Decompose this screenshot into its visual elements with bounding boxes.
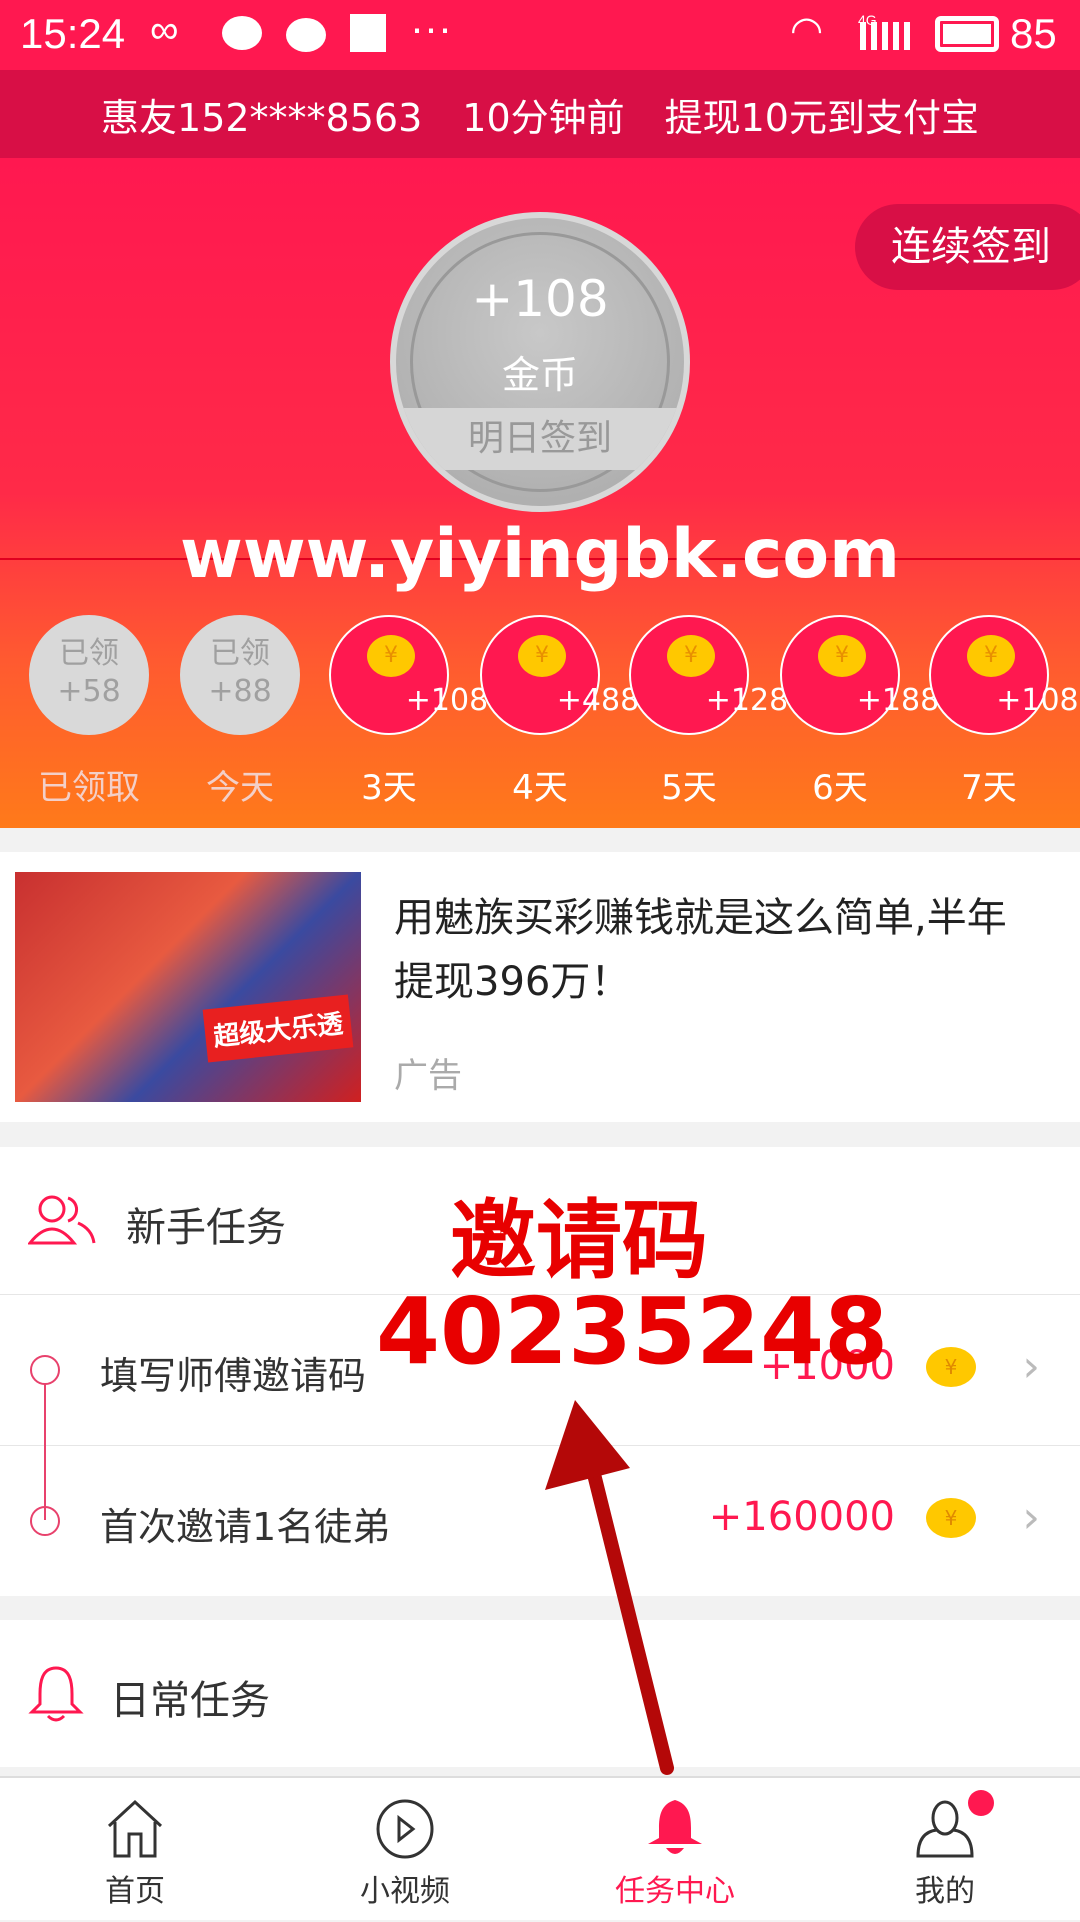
- bottom-nav: 首页 小视频 任务中心 我的: [0, 1776, 1080, 1920]
- coin-icon: ¥: [518, 635, 566, 677]
- coin-amount: +108: [471, 270, 609, 328]
- coin-unit: 金币: [501, 353, 578, 397]
- nav-task-center[interactable]: 任务中心: [540, 1778, 810, 1922]
- day-status: 已领: [210, 636, 270, 671]
- day-label: 6天: [812, 768, 868, 808]
- checkin-day-7[interactable]: ¥ +1088: [929, 615, 1080, 735]
- status-time: 15:24: [20, 10, 126, 57]
- day-label: 今天: [206, 768, 274, 808]
- ticker-action: 提现10元到支付宝: [664, 95, 979, 140]
- coin-status: 明日签到: [396, 408, 684, 470]
- newbie-tasks-title: 新手任务: [126, 1205, 286, 1251]
- ticker-user: 惠友152****8563: [101, 95, 423, 140]
- battery-level: 85: [1010, 10, 1057, 57]
- day-label: 4天: [512, 768, 568, 808]
- invite-code-title: 邀请码: [450, 1191, 708, 1291]
- withdraw-ticker: 惠友152****8563 10分钟前 提现10元到支付宝: [0, 70, 1080, 158]
- checkin-day-3[interactable]: ¥ +108: [329, 615, 488, 735]
- nav-label: 我的: [915, 1874, 975, 1909]
- invite-code-value: 40235248: [376, 1278, 889, 1385]
- more-icon: ···: [410, 4, 452, 51]
- nav-label: 首页: [105, 1874, 165, 1909]
- checkin-day-2[interactable]: 已领 +88: [180, 615, 300, 735]
- streak-checkin-button[interactable]: 连续签到: [855, 204, 1080, 290]
- bell-icon: [28, 1666, 84, 1722]
- coin-icon: ¥: [367, 635, 415, 677]
- day-reward: +88: [208, 674, 272, 709]
- home-icon: [107, 1799, 163, 1858]
- users-icon: [28, 1195, 96, 1245]
- bell-icon: [648, 1800, 702, 1854]
- ticker-time: 10分钟前: [462, 95, 625, 140]
- chat-icon: [222, 16, 262, 50]
- play-circle-icon: [376, 1799, 434, 1859]
- coin-icon: ¥: [667, 635, 715, 677]
- chevron-right-icon: ›: [1022, 1341, 1040, 1392]
- checkin-day-5[interactable]: ¥ +128: [629, 615, 788, 735]
- day-label: 已领取: [38, 768, 140, 808]
- timeline-dot: [30, 1355, 60, 1385]
- watermark: www.yiyingbk.com: [180, 515, 900, 594]
- infinity-icon: ∞: [150, 8, 179, 52]
- chevron-right-icon: ›: [1022, 1492, 1040, 1543]
- ad-tag: 广告: [394, 1056, 462, 1096]
- notification-badge: [968, 1790, 994, 1816]
- timeline-line: [44, 1384, 46, 1520]
- signal-icon: [860, 22, 910, 50]
- day-label: 5天: [661, 768, 717, 808]
- daily-tasks-title: 日常任务: [110, 1678, 270, 1724]
- task-label: 首次邀请1名徒弟: [100, 1505, 391, 1549]
- status-bar: 15:24 ∞ ··· ◠ 4G 85: [0, 0, 1080, 70]
- user-icon: [916, 1800, 974, 1858]
- nav-me[interactable]: 我的: [810, 1778, 1080, 1922]
- day-reward: +58: [57, 674, 121, 709]
- nav-label: 小视频: [360, 1874, 450, 1909]
- ad-image-text: 超级大乐透: [202, 994, 354, 1063]
- task-label: 填写师傅邀请码: [100, 1354, 367, 1398]
- ad-card[interactable]: 超级大乐透 用魅族买彩赚钱就是这么简单,半年提现396万！ 广告: [0, 852, 1080, 1122]
- nav-video[interactable]: 小视频: [270, 1778, 540, 1922]
- ad-image[interactable]: 超级大乐透: [15, 872, 361, 1102]
- battery-icon: [935, 16, 999, 52]
- checkin-day-4[interactable]: ¥ +488: [480, 615, 639, 735]
- nav-label: 任务中心: [615, 1874, 735, 1909]
- wifi-icon: ◠: [790, 10, 824, 52]
- ad-title[interactable]: 用魅族买彩赚钱就是这么简单,半年提现396万！: [394, 886, 1044, 1014]
- shopping-bag-icon: [350, 14, 386, 52]
- task-row[interactable]: 首次邀请1名徒弟 +160000 ¥ ›: [0, 1445, 1080, 1596]
- coin-icon: ¥: [926, 1347, 976, 1387]
- task-reward: +160000: [708, 1494, 895, 1540]
- day-status: 已领: [59, 636, 119, 671]
- checkin-day-6[interactable]: ¥ +188: [780, 615, 939, 735]
- day-reward: +1088: [996, 683, 1080, 718]
- checkin-day-1[interactable]: 已领 +58: [29, 615, 149, 735]
- day-label: 7天: [961, 768, 1017, 808]
- coin-icon: ¥: [967, 635, 1015, 677]
- chat-icon: [286, 18, 326, 52]
- daily-tasks-header: 日常任务: [0, 1620, 1080, 1767]
- day-label: 3天: [361, 768, 417, 808]
- checkin-coin-button[interactable]: +108 金币 明日签到: [390, 212, 690, 512]
- nav-home[interactable]: 首页: [0, 1778, 270, 1922]
- coin-icon: ¥: [818, 635, 866, 677]
- coin-icon: ¥: [926, 1498, 976, 1538]
